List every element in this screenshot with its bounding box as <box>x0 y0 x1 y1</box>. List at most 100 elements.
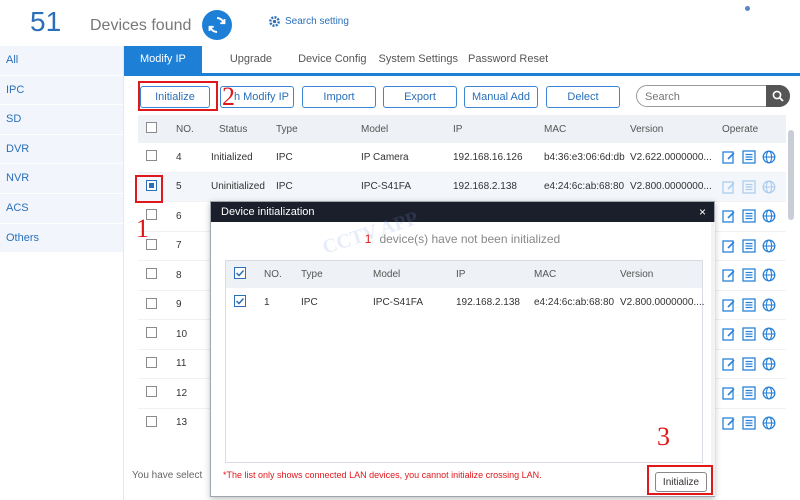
dialog-col-type: Type <box>301 269 323 280</box>
dialog-select-all-checkbox[interactable] <box>234 267 246 279</box>
gear-icon <box>269 16 280 27</box>
sidebar-item-nvr[interactable]: NVR <box>0 164 123 194</box>
sidebar-item-ipc[interactable]: IPC <box>0 75 123 106</box>
table-row[interactable]: 4 Initialized IPC IP Camera 192.168.16.126 b4… <box>138 143 786 173</box>
web-globe-icon[interactable] <box>762 150 776 164</box>
edit-icon[interactable] <box>722 416 736 430</box>
dialog-title: Device initialization <box>221 206 315 218</box>
tab-upgrade[interactable]: Upgrade <box>202 46 282 73</box>
refresh-icon[interactable] <box>202 10 232 40</box>
app-header: 51 Devices found Search setting <box>0 0 800 46</box>
row-checkbox[interactable] <box>146 150 157 162</box>
edit-icon[interactable] <box>722 150 736 164</box>
tab-modify-ip[interactable]: Modify IP <box>124 46 202 73</box>
status-dot-icon <box>745 6 750 11</box>
search-button[interactable] <box>766 85 790 107</box>
details-icon[interactable] <box>742 327 756 341</box>
row-version: V2.622.0000000... <box>630 151 712 163</box>
sidebar-item-acs[interactable]: ACS <box>0 193 123 224</box>
row-ip: 192.168.16.126 <box>453 151 523 163</box>
search-icon <box>772 90 784 102</box>
details-icon[interactable] <box>742 298 756 312</box>
tab-system-settings[interactable]: System Settings <box>377 46 468 73</box>
edit-icon[interactable] <box>722 298 736 312</box>
web-globe-icon[interactable] <box>762 180 776 194</box>
manual-add-button[interactable]: Manual Add <box>464 86 538 108</box>
sidebar-item-others[interactable]: Others <box>0 223 123 254</box>
table-row[interactable]: 5 Uninitialized IPC IPC-S41FA 192.168.2.138 e… <box>138 172 786 202</box>
row-checkbox[interactable] <box>146 415 157 427</box>
annotation-step-1: 1 <box>136 214 149 243</box>
sidebar-item-sd[interactable]: SD <box>0 105 123 135</box>
details-icon[interactable] <box>742 268 756 282</box>
sidebar-item-all[interactable]: All <box>0 46 123 76</box>
edit-icon[interactable] <box>722 268 736 282</box>
delete-button[interactable]: Delect <box>546 86 620 108</box>
col-operate: Operate <box>722 123 759 135</box>
dialog-row-mac: e4:24:6c:ab:68:80 <box>534 296 615 308</box>
row-mac: e4:24:6c:ab:68:80 <box>544 181 625 193</box>
dialog-row-type: IPC <box>301 296 318 308</box>
row-checkbox[interactable] <box>146 386 157 398</box>
search-input[interactable] <box>645 89 763 104</box>
row-checkbox[interactable] <box>146 327 157 339</box>
import-button[interactable]: Import <box>302 86 376 108</box>
table-scrollbar[interactable] <box>788 130 794 220</box>
col-version: Version <box>630 123 664 135</box>
annotation-box-initialize <box>138 81 218 111</box>
sidebar-item-dvr[interactable]: DVR <box>0 134 123 165</box>
col-mac: MAC <box>544 123 567 135</box>
details-icon[interactable] <box>742 239 756 253</box>
dialog-row-checkbox[interactable] <box>234 294 246 307</box>
web-globe-icon[interactable] <box>762 386 776 400</box>
details-icon[interactable] <box>742 386 756 400</box>
web-globe-icon[interactable] <box>762 239 776 253</box>
details-icon[interactable] <box>742 416 756 430</box>
web-globe-icon[interactable] <box>762 209 776 223</box>
dialog-table-row[interactable]: 1 IPC IPC-S41FA 192.168.2.138 e4:24:6c:a… <box>226 288 704 316</box>
row-no: 5 <box>176 181 182 193</box>
annotation-step-2: 2 <box>222 82 235 111</box>
row-no: 12 <box>176 387 188 399</box>
device-type-sidebar: All IPC SD DVR NVR ACS Others <box>0 46 124 500</box>
export-button[interactable]: Export <box>383 86 457 108</box>
row-no: 10 <box>176 328 188 340</box>
web-globe-icon[interactable] <box>762 357 776 371</box>
edit-icon[interactable] <box>722 239 736 253</box>
row-checkbox[interactable] <box>146 297 157 309</box>
tab-password-reset[interactable]: Password Reset <box>468 46 558 73</box>
web-globe-icon[interactable] <box>762 268 776 282</box>
row-checkbox[interactable] <box>146 356 157 368</box>
col-ip: IP <box>453 123 463 135</box>
search-setting-link[interactable]: Search setting <box>268 15 349 28</box>
details-icon[interactable] <box>742 180 756 194</box>
annotation-box-dialog-initialize <box>647 465 713 495</box>
dialog-row-version: V2.800.0000000.... <box>620 296 704 308</box>
web-globe-icon[interactable] <box>762 327 776 341</box>
dialog-device-table: NO. Type Model IP MAC Version 1 IPC IPC-… <box>225 260 704 463</box>
annotation-step-3: 3 <box>657 422 670 451</box>
edit-icon[interactable] <box>722 327 736 341</box>
dialog-table-header: NO. Type Model IP MAC Version <box>226 261 702 288</box>
edit-icon[interactable] <box>722 386 736 400</box>
function-tabs: Modify IP Upgrade Device Config System S… <box>124 46 800 76</box>
row-type: IPC <box>276 181 293 193</box>
row-checkbox[interactable] <box>146 268 157 280</box>
dialog-col-version: Version <box>620 269 654 280</box>
dialog-title-bar: Device initialization × <box>211 202 714 222</box>
details-icon[interactable] <box>742 357 756 371</box>
web-globe-icon[interactable] <box>762 416 776 430</box>
annotation-box-checkbox <box>135 175 163 203</box>
edit-icon[interactable] <box>722 357 736 371</box>
web-globe-icon[interactable] <box>762 298 776 312</box>
tab-device-config[interactable]: Device Config <box>282 46 376 73</box>
edit-icon[interactable] <box>722 209 736 223</box>
details-icon[interactable] <box>742 150 756 164</box>
col-model: Model <box>361 123 389 135</box>
select-all-checkbox[interactable] <box>146 122 157 133</box>
details-icon[interactable] <box>742 209 756 223</box>
dialog-scrollbar[interactable] <box>711 222 715 496</box>
uninitialized-count: 1 <box>364 232 372 246</box>
close-icon[interactable]: × <box>699 202 706 222</box>
edit-icon[interactable] <box>722 180 736 194</box>
